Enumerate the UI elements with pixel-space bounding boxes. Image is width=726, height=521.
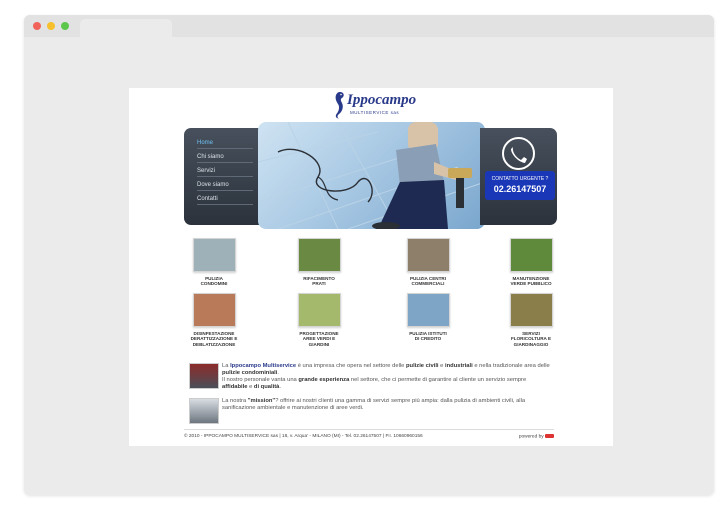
main-nav: Home Chi siamo Servizi Dove siamo Contat…: [184, 128, 264, 225]
intro-section: La Ippocampo Multiservice è una impresa …: [189, 363, 559, 433]
footer-copyright: © 2010 - IPPOCAMPO MULTISERVICE sas | 18…: [184, 434, 423, 439]
service-thumbnail: [406, 293, 450, 327]
contact-panel: CONTATTO URGENTE ? 02.26147507: [480, 128, 557, 225]
maximize-window-button[interactable]: [61, 22, 69, 30]
service-label: PULIZIA ISTITUTI DI CREDITO: [409, 331, 447, 342]
service-thumbnail: [509, 238, 553, 272]
service-label: MANUTENZIONE VERDE PUBBLICO: [510, 276, 552, 287]
nav-item-dove-siamo[interactable]: Dove siamo: [197, 182, 253, 191]
hero-photo: [258, 122, 485, 229]
intro-paragraph: La Ippocampo Multiservice è una impresa …: [222, 363, 550, 390]
service-item[interactable]: PULIZIA CENTRI COMMERCIALI: [393, 238, 463, 287]
nav-item-servizi[interactable]: Servizi: [197, 168, 253, 177]
page-footer: © 2010 - IPPOCAMPO MULTISERVICE sas | 18…: [184, 429, 554, 446]
seahorse-icon: [335, 92, 344, 119]
urgent-contact-phone: 02.26147507: [493, 184, 547, 194]
urgent-contact-box[interactable]: CONTATTO URGENTE ? 02.26147507: [485, 171, 555, 200]
service-thumbnail: [297, 238, 341, 272]
service-item[interactable]: SERVIZI FLORICOLTURA E GIARDINAGGIO: [496, 293, 566, 347]
service-label: PULIZIA CONDOMINI: [200, 276, 228, 287]
service-thumbnail: [406, 238, 450, 272]
service-item[interactable]: PROGETTAZIONE AREE VERDI E GIARDINI: [284, 293, 354, 347]
urgent-contact-label: CONTATTO URGENTE ?: [491, 176, 549, 182]
browser-window: Ippocampo MULTISERVICE sas Home Chi siam…: [24, 15, 714, 495]
hero-banner: Home Chi siamo Servizi Dove siamo Contat…: [184, 122, 557, 229]
service-item[interactable]: RIFACIMENTO PRATI: [284, 238, 354, 287]
service-thumbnail: [509, 293, 553, 327]
browser-titlebar: [24, 15, 714, 37]
nav-item-home[interactable]: Home: [197, 140, 253, 149]
service-thumbnail: [297, 293, 341, 327]
powered-by-logo-icon: [545, 434, 554, 438]
service-label: SERVIZI FLORICOLTURA E GIARDINAGGIO: [510, 331, 552, 347]
service-item[interactable]: PULIZIA CONDOMINI: [179, 238, 249, 287]
nav-item-contatti[interactable]: Contatti: [197, 196, 253, 205]
intro-row: La nostra "mission"? offrire ai nostri c…: [189, 398, 559, 430]
service-label: DISINFESTAZIONE DERATTIZZAZIONE E DEBLATIZ…: [190, 331, 238, 347]
close-window-button[interactable]: [33, 22, 41, 30]
footer-powered-by[interactable]: powered by: [519, 434, 554, 439]
logo-title: Ippocampo: [347, 92, 417, 108]
intro-image: [189, 398, 219, 424]
web-page: Ippocampo MULTISERVICE sas Home Chi siam…: [129, 88, 613, 446]
site-logo[interactable]: Ippocampo MULTISERVICE sas: [331, 88, 431, 122]
service-item[interactable]: DISINFESTAZIONE DERATTIZZAZIONE E DEBLATIZ…: [179, 293, 249, 347]
service-thumbnail: [192, 238, 236, 272]
service-item[interactable]: PULIZIA ISTITUTI DI CREDITO: [393, 293, 463, 342]
service-item[interactable]: MANUTENZIONE VERDE PUBBLICO: [496, 238, 566, 287]
minimize-window-button[interactable]: [47, 22, 55, 30]
browser-tab[interactable]: [80, 19, 172, 37]
service-label: RIFACIMENTO PRATI: [303, 276, 335, 287]
phone-icon: [502, 137, 535, 170]
cleaning-worker-illustration: [258, 122, 485, 229]
intro-image: [189, 363, 219, 389]
mission-paragraph: La nostra "mission"? offrire ai nostri c…: [222, 398, 526, 411]
service-thumbnail: [192, 293, 236, 327]
logo-subtitle: MULTISERVICE sas: [350, 110, 400, 115]
nav-item-chi-siamo[interactable]: Chi siamo: [197, 154, 253, 163]
service-label: PULIZIA CENTRI COMMERCIALI: [409, 276, 447, 287]
intro-row: La Ippocampo Multiservice è una impresa …: [189, 363, 559, 395]
service-label: PROGETTAZIONE AREE VERDI E GIARDINI: [299, 331, 339, 347]
